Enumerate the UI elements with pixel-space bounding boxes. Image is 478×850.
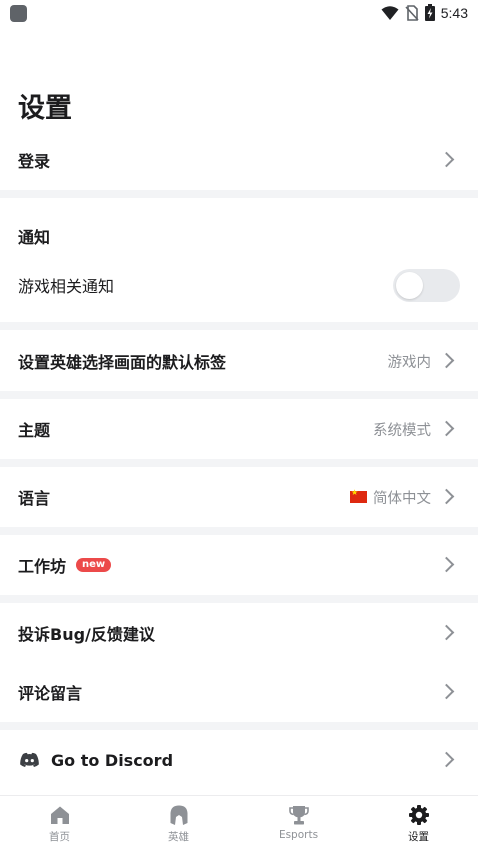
page-title: 设置 xyxy=(18,93,72,124)
theme-value: 系统模式 xyxy=(373,422,431,439)
status-icons: 5:43 xyxy=(381,4,468,21)
discord-row[interactable]: Go to Discord xyxy=(0,731,478,789)
tab-esports[interactable]: Esports xyxy=(239,796,358,850)
chevron-right-icon xyxy=(438,683,455,700)
discord-label: Go to Discord xyxy=(51,750,174,770)
chevron-right-icon xyxy=(438,624,455,641)
chevron-right-icon xyxy=(438,488,455,505)
tab-esports-label: Esports xyxy=(278,829,319,841)
section-divider xyxy=(0,459,478,467)
battery-charging-icon xyxy=(424,4,435,21)
section-divider xyxy=(0,527,478,535)
section-divider xyxy=(0,595,478,603)
china-flag-icon xyxy=(350,488,367,503)
feedback-row[interactable]: 投诉Bug/反馈建议 xyxy=(0,604,478,662)
new-badge: new xyxy=(76,558,112,572)
toggle-knob xyxy=(396,271,423,299)
app-notification-icon xyxy=(10,5,27,22)
gear-icon xyxy=(408,805,429,825)
tab-home-label: 首页 xyxy=(49,831,70,843)
wifi-icon xyxy=(381,5,399,20)
game-notifications-toggle[interactable] xyxy=(393,268,460,302)
login-label: 登录 xyxy=(18,152,51,171)
tab-home[interactable]: 首页 xyxy=(0,796,119,850)
notifications-section-header: 通知 xyxy=(0,212,478,260)
review-label: 评论留言 xyxy=(18,684,83,703)
chevron-right-icon xyxy=(438,751,455,768)
chevron-right-icon xyxy=(438,151,455,168)
feedback-label: 投诉Bug/反馈建议 xyxy=(18,625,155,644)
trophy-icon xyxy=(288,806,309,825)
section-divider xyxy=(0,722,478,730)
workshop-label: 工作坊 xyxy=(18,557,67,576)
login-row[interactable]: 登录 xyxy=(0,132,478,188)
language-value: 简体中文 xyxy=(350,487,431,508)
notifications-header-label: 通知 xyxy=(18,228,51,247)
game-notifications-row: 游戏相关通知 xyxy=(0,261,478,309)
chevron-right-icon xyxy=(438,556,455,573)
chevron-right-icon xyxy=(438,352,455,369)
champion-icon xyxy=(170,805,187,825)
game-notifications-label: 游戏相关通知 xyxy=(18,277,115,296)
chevron-right-icon xyxy=(438,420,455,437)
theme-row[interactable]: 主题 系统模式 xyxy=(0,400,478,458)
language-row[interactable]: 语言 简体中文 xyxy=(0,468,478,526)
discord-icon xyxy=(20,752,39,767)
language-value-text: 简体中文 xyxy=(373,490,431,507)
section-divider xyxy=(0,322,478,330)
language-label: 语言 xyxy=(18,489,51,508)
tab-champions-label: 英雄 xyxy=(168,831,189,843)
section-divider xyxy=(0,391,478,399)
hero-select-default-tab-label: 设置英雄选择画面的默认标签 xyxy=(18,353,227,372)
tab-settings[interactable]: 设置 xyxy=(359,796,478,850)
tab-settings-label: 设置 xyxy=(408,831,429,843)
section-divider xyxy=(0,190,478,198)
review-row[interactable]: 评论留言 xyxy=(0,663,478,721)
workshop-row[interactable]: 工作坊 new xyxy=(0,536,478,594)
status-bar: 5:43 xyxy=(0,0,478,28)
no-sim-icon xyxy=(405,4,419,21)
theme-label: 主题 xyxy=(18,421,51,440)
hero-select-default-tab-value: 游戏内 xyxy=(387,354,432,371)
hero-select-default-tab-row[interactable]: 设置英雄选择画面的默认标签 游戏内 xyxy=(0,332,478,390)
clock: 5:43 xyxy=(440,4,468,21)
tab-champions[interactable]: 英雄 xyxy=(119,796,238,850)
home-icon xyxy=(50,806,69,824)
bottom-tab-bar: 首页 英雄 Esports 设置 xyxy=(0,795,478,850)
